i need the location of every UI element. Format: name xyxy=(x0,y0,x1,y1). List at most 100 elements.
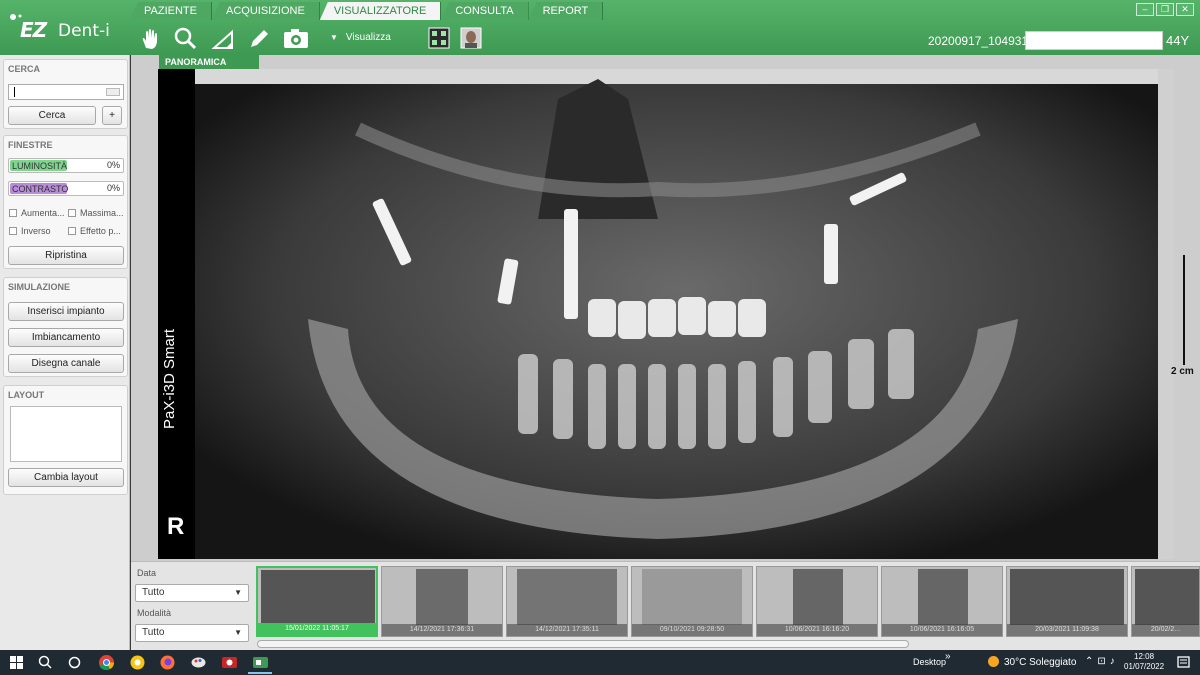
taskbar-clock[interactable]: 12:08 01/07/2022 xyxy=(1124,652,1164,672)
view-dropdown[interactable]: ▼ Visualizza xyxy=(330,32,391,43)
thumbnail-1[interactable]: 15/01/2022 11:05:17 xyxy=(256,566,378,637)
thumbnail-6[interactable]: 10/06/2021 16:16:05 xyxy=(881,566,1003,637)
weather-widget[interactable]: 30°C Soleggiato xyxy=(988,656,1076,668)
magnifier-icon[interactable] xyxy=(172,26,198,52)
paint-icon[interactable] xyxy=(190,654,207,671)
brightness-value: 0% xyxy=(106,160,120,170)
window-controls: – ❐ ✕ xyxy=(1136,3,1194,16)
active-app-indicator xyxy=(248,672,272,674)
contrast-fill: CONTRASTO xyxy=(10,183,69,194)
minimize-icon[interactable]: – xyxy=(1136,3,1154,16)
windows-start-icon[interactable] xyxy=(8,654,25,671)
ezdent-taskbar-icon[interactable] xyxy=(252,654,269,671)
thumbnail-5[interactable]: 10/06/2021 16:16:20 xyxy=(756,566,878,637)
restore-icon[interactable]: ❐ xyxy=(1156,3,1174,16)
thumbnail-8[interactable]: 20/02/2... xyxy=(1131,566,1200,637)
thumbnail-7[interactable]: 20/03/2021 11:09:38 xyxy=(1006,566,1128,637)
check-inverso[interactable]: Inverso xyxy=(9,226,51,236)
thumbnail-date: 09/10/2021 09:28:50 xyxy=(632,624,752,636)
device-bar: PaX-i3D Smart R xyxy=(158,69,195,559)
check-effetto-label: Effetto p... xyxy=(80,226,121,236)
app-yellow-icon[interactable] xyxy=(129,654,146,671)
search-button[interactable]: Cerca xyxy=(8,106,96,125)
windows-section-title: FINESTRE xyxy=(8,140,53,150)
hand-icon[interactable] xyxy=(138,26,164,52)
add-search-button[interactable]: + xyxy=(102,106,122,125)
thumbnail-2[interactable]: 14/12/2021 17:36:31 xyxy=(381,566,503,637)
thumbnail-3[interactable]: 14/12/2021 17:35:11 xyxy=(506,566,628,637)
layout-section: LAYOUT Cambia layout xyxy=(3,385,128,495)
thumbnail-date: 14/12/2021 17:36:31 xyxy=(382,624,502,636)
modality-filter-label: Modalità xyxy=(137,608,172,618)
desktop-toolbar-label[interactable]: Desktop xyxy=(913,657,946,667)
modality-filter-select[interactable]: Tutto ▼ xyxy=(135,624,249,642)
tab-acquisizione[interactable]: ACQUISIZIONE xyxy=(211,2,320,20)
scale-ruler xyxy=(1183,255,1193,365)
layout-section-title: LAYOUT xyxy=(8,390,45,400)
check-aumenta[interactable]: Aumenta... xyxy=(9,208,65,218)
firefox-icon[interactable] xyxy=(159,654,176,671)
thumbnail-date: 14/12/2021 17:35:11 xyxy=(507,624,627,636)
search-input[interactable] xyxy=(8,84,124,100)
dropdown-arrow-icon: ▼ xyxy=(330,33,338,42)
viewer-tab-panoramic[interactable]: PANORAMICA xyxy=(159,55,259,69)
windows-taskbar: Desktop » 30°C Soleggiato ⌃⊡♪ 12:08 01/0… xyxy=(0,650,1200,675)
thumbnail-date: 20/03/2021 11:09:38 xyxy=(1007,624,1127,636)
search-section-title: CERCA xyxy=(8,64,41,74)
windows-section: FINESTRE LUMINOSITÀ 0% CONTRASTO 0% Aume… xyxy=(3,135,128,269)
main-tabs: PAZIENTE ACQUISIZIONE VISUALIZZATORE CON… xyxy=(130,2,604,20)
face-photo-icon[interactable] xyxy=(460,27,482,49)
reset-button[interactable]: Ripristina xyxy=(8,246,124,265)
side-marker: R xyxy=(167,513,185,540)
date-filter-value: Tutto xyxy=(142,587,165,598)
system-tray-icons[interactable]: ⌃⊡♪ xyxy=(1085,656,1119,667)
task-view-icon[interactable] xyxy=(66,654,83,671)
check-effetto[interactable]: Effetto p... xyxy=(68,226,121,236)
recorder-icon[interactable] xyxy=(221,654,238,671)
thumbnail-image xyxy=(1135,569,1199,625)
check-massima[interactable]: Massima... xyxy=(68,208,124,218)
tab-visualizzatore[interactable]: VISUALIZZATORE xyxy=(319,2,442,20)
device-label: PaX-i3D Smart xyxy=(161,328,178,429)
whitening-button[interactable]: Imbiancamento xyxy=(8,328,124,347)
draw-canal-button[interactable]: Disegna canale xyxy=(8,354,124,373)
notification-icon[interactable] xyxy=(1175,654,1192,671)
close-icon[interactable]: ✕ xyxy=(1176,3,1194,16)
tab-report[interactable]: REPORT xyxy=(528,2,604,20)
viewer-toolbar: ▼ Visualizza 20200917_104931 44Y xyxy=(130,22,1200,54)
brightness-fill: LUMINOSITÀ xyxy=(10,160,68,171)
check-massima-label: Massima... xyxy=(80,208,124,218)
thumbnail-image xyxy=(918,569,968,625)
scale-label: 2 cm xyxy=(1171,366,1194,377)
thumbnail-date: 10/06/2021 16:16:05 xyxy=(882,624,1002,636)
keyboard-icon[interactable] xyxy=(106,88,120,96)
thumbnail-image xyxy=(1010,569,1124,625)
thumbnail-scrollbar[interactable] xyxy=(257,640,909,648)
measure-angle-icon[interactable] xyxy=(210,26,236,52)
image-viewer: PANORAMICA PaX-i3D Smart R 2 cm xyxy=(131,55,1200,561)
date-filter-select[interactable]: Tutto ▼ xyxy=(135,584,249,602)
view-dropdown-label: Visualizza xyxy=(345,32,391,43)
check-aumenta-label: Aumenta... xyxy=(21,208,65,218)
layout-preview xyxy=(10,406,122,462)
contrast-value: 0% xyxy=(106,183,120,193)
panoramic-xray-image[interactable]: PaX-i3D Smart R xyxy=(158,69,1174,559)
date-filter-label: Data xyxy=(137,568,157,578)
insert-implant-button[interactable]: Inserisci impianto xyxy=(8,302,124,321)
pen-icon[interactable] xyxy=(246,26,272,52)
camera-rotate-icon[interactable] xyxy=(282,26,312,52)
contrast-slider[interactable]: CONTRASTO 0% xyxy=(8,181,124,196)
chrome-icon[interactable] xyxy=(98,654,115,671)
clock-date: 01/07/2022 xyxy=(1124,662,1165,671)
filter-grid-icon[interactable] xyxy=(428,27,450,49)
tab-consulta[interactable]: CONSULTA xyxy=(441,2,529,20)
chevron-up-icon[interactable]: » xyxy=(945,651,951,662)
chevron-down-icon: ▼ xyxy=(234,628,242,637)
weather-text: 30°C Soleggiato xyxy=(1004,657,1077,668)
app-header: EZ Dent-i PAZIENTE ACQUISIZIONE VISUALIZ… xyxy=(0,0,1200,55)
thumbnail-4[interactable]: 09/10/2021 09:28:50 xyxy=(631,566,753,637)
change-layout-button[interactable]: Cambia layout xyxy=(8,468,124,487)
tab-paziente[interactable]: PAZIENTE xyxy=(130,2,212,20)
search-icon[interactable] xyxy=(37,654,54,671)
brightness-slider[interactable]: LUMINOSITÀ 0% xyxy=(8,158,124,173)
